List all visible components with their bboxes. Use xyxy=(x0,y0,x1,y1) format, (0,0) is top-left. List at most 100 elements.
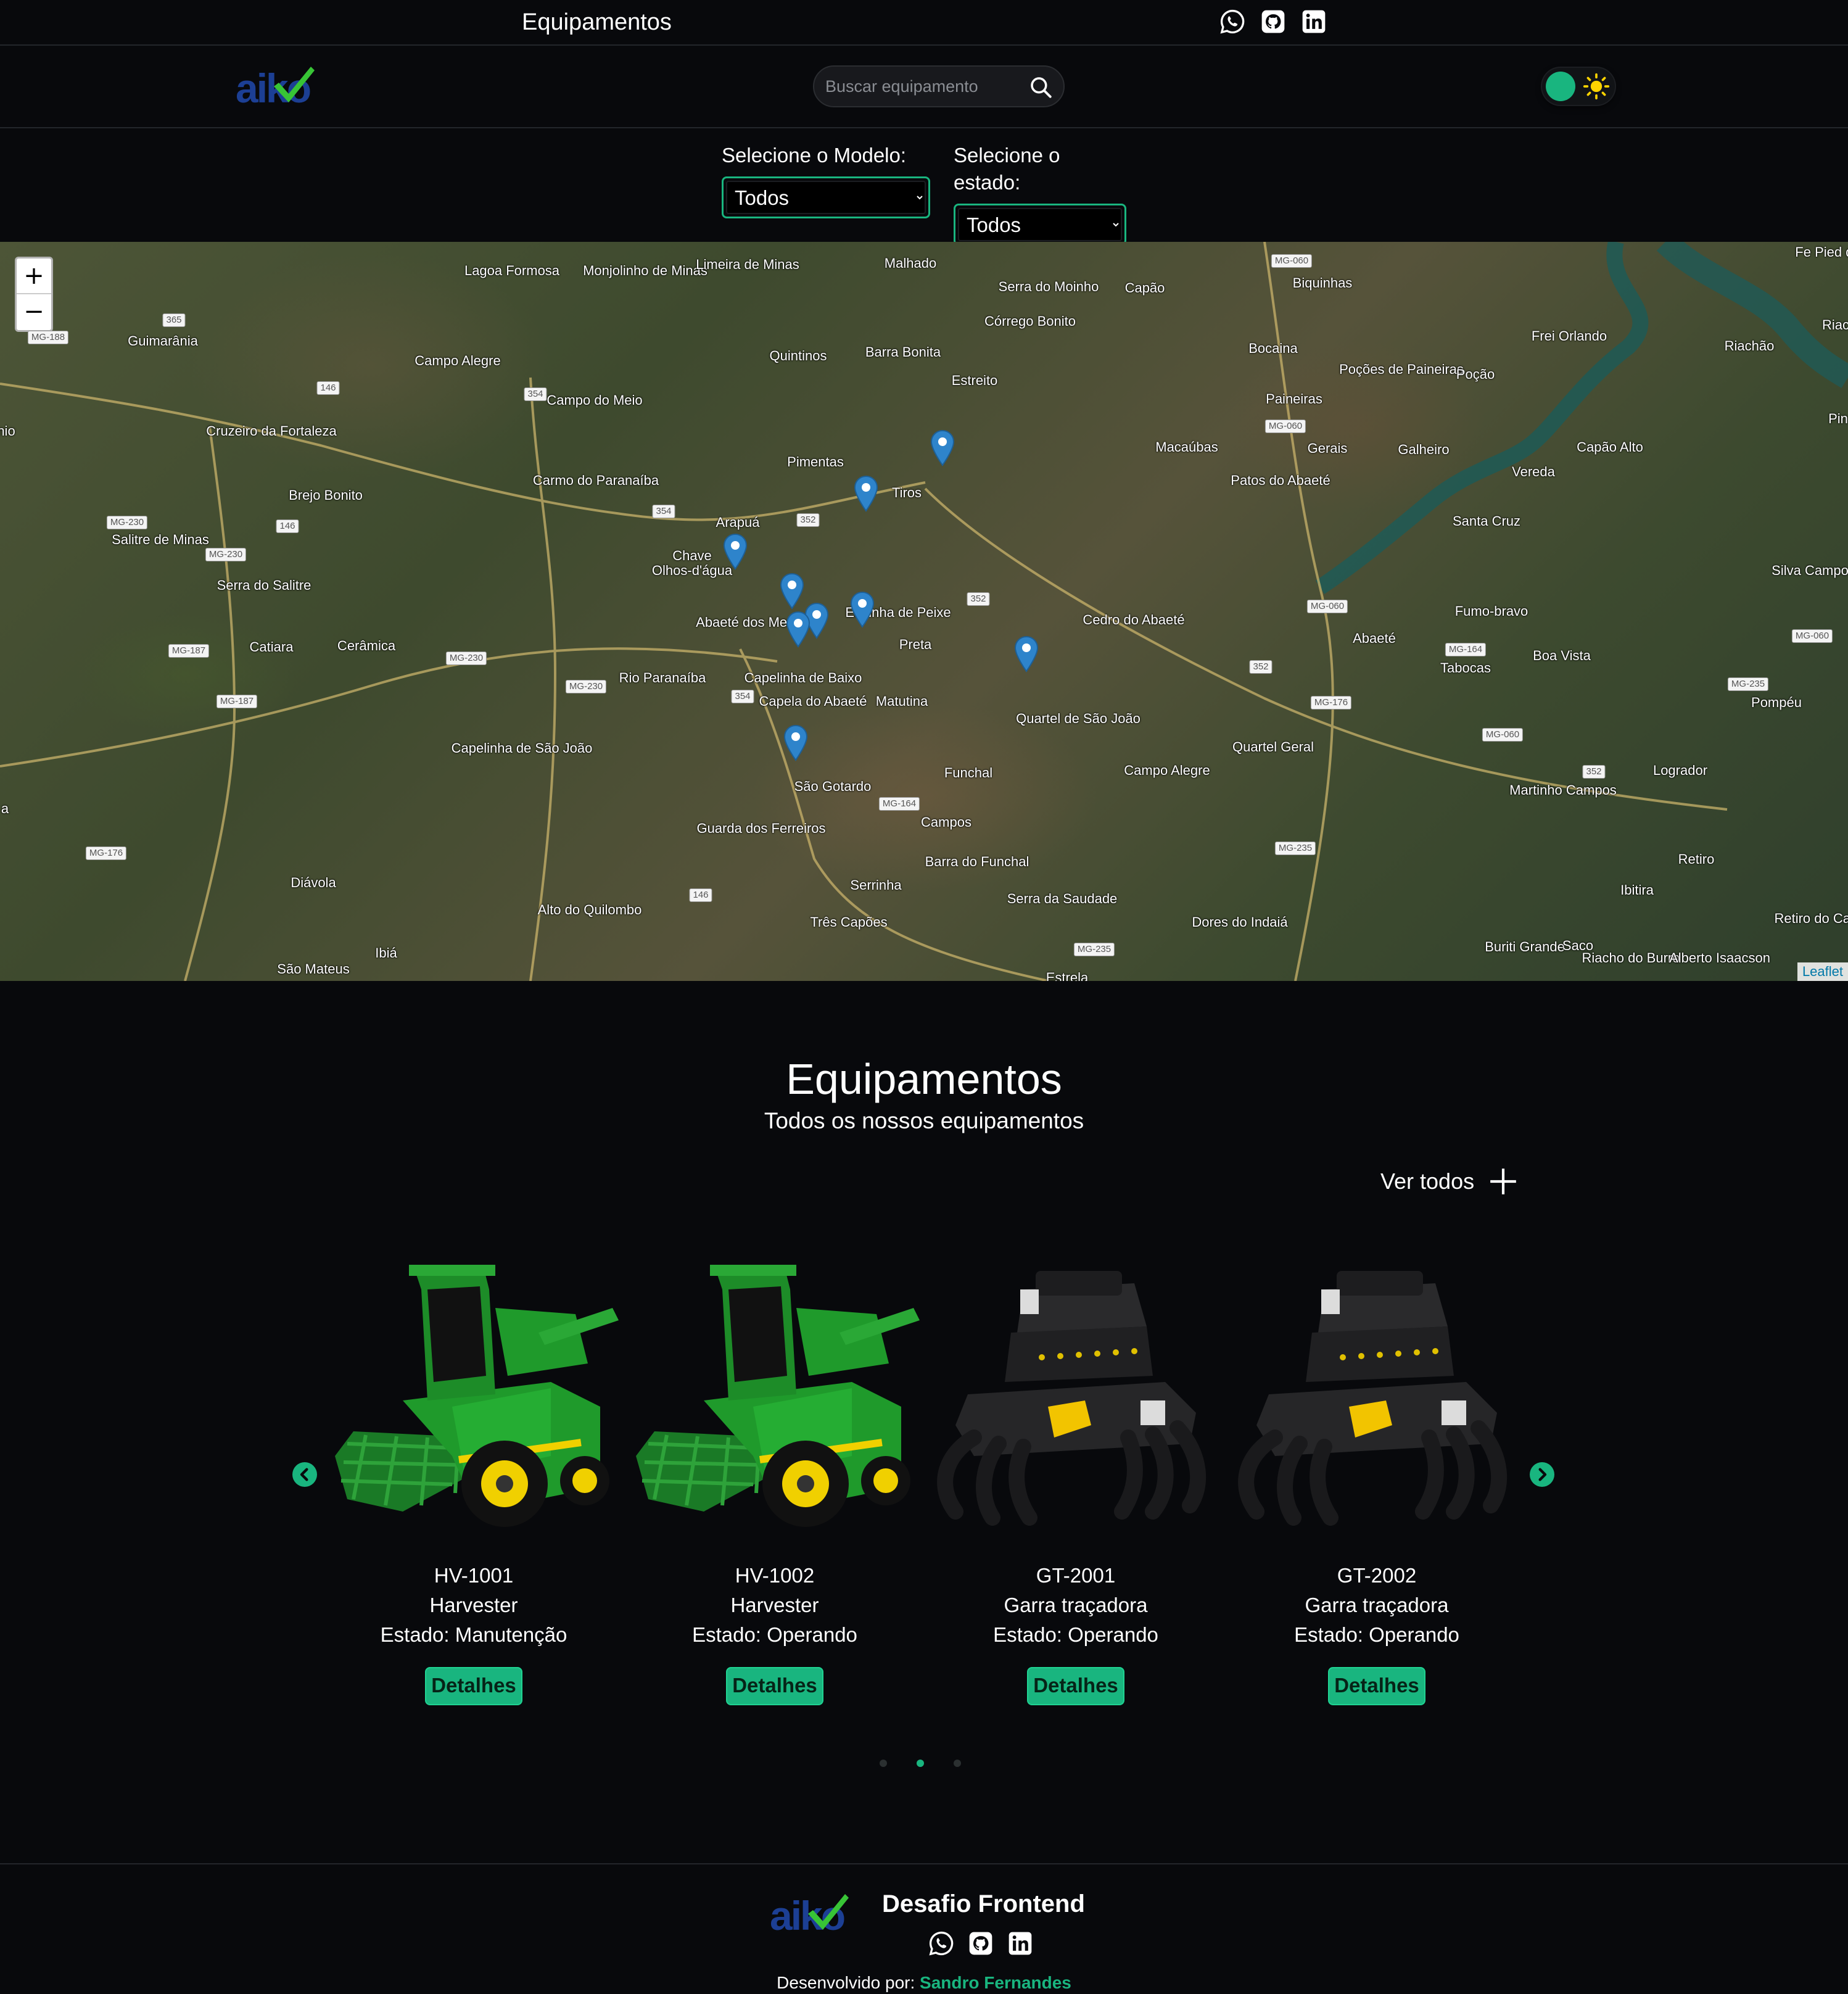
place-label: Cerâmica xyxy=(337,638,396,653)
place-label: Preta xyxy=(899,637,932,652)
place-label: Macaúbas xyxy=(1155,439,1218,455)
road-shield: MG-176 xyxy=(85,846,127,860)
carousel-prev-button[interactable] xyxy=(292,1462,317,1487)
chevron-left-icon xyxy=(300,1468,308,1481)
section-title: Equipamentos xyxy=(786,1055,1062,1103)
footer-credit: Desenvolvido por: Sandro Fernandes xyxy=(0,1972,1848,1994)
equipment-marker[interactable] xyxy=(850,591,875,629)
place-label: Limeira de Minas xyxy=(696,257,799,272)
whatsapp-icon[interactable] xyxy=(1219,8,1246,35)
place-label: Serrinha xyxy=(850,877,902,893)
road-shield: MG-060 xyxy=(1306,600,1348,613)
footer-social-links xyxy=(928,1930,1034,1957)
carousel-next-button[interactable] xyxy=(1530,1462,1554,1487)
details-button[interactable]: Detalhes xyxy=(1328,1667,1425,1705)
equipment-model: Harvester xyxy=(429,1594,518,1616)
place-label: Capelinha de São João xyxy=(451,740,593,756)
grapple-image xyxy=(1232,1252,1522,1530)
chevron-right-icon xyxy=(1538,1468,1547,1481)
place-label: Frei Orlando xyxy=(1531,328,1607,344)
place-label: Santa Cruz xyxy=(1452,513,1521,529)
place-label: Biquinhas xyxy=(1292,275,1353,291)
author-link[interactable]: Sandro Fernandes xyxy=(920,1973,1071,1992)
road-shield: 352 xyxy=(1249,660,1273,674)
state-select[interactable]: Todos xyxy=(958,208,1122,241)
footer-title: Desafio Frontend xyxy=(882,1890,1085,1917)
road-shield: MG-060 xyxy=(1264,420,1306,433)
equipment-marker[interactable] xyxy=(783,724,808,763)
aiko-logo[interactable] xyxy=(236,62,334,111)
road-shield: 146 xyxy=(689,888,712,902)
place-label: nio xyxy=(0,423,15,439)
pagination-dot[interactable] xyxy=(954,1760,961,1767)
zoom-out-button[interactable]: − xyxy=(17,294,51,330)
place-label: Estrela xyxy=(1046,970,1089,982)
place-label: Riacho do Burro xyxy=(1582,950,1680,966)
search-box xyxy=(813,65,1065,107)
equipment-marker[interactable] xyxy=(854,475,878,513)
pagination-dot[interactable] xyxy=(917,1760,924,1767)
theme-toggle[interactable] xyxy=(1542,68,1615,105)
equipment-marker[interactable] xyxy=(1014,635,1039,674)
place-label: Olhos-d'água xyxy=(651,563,733,578)
equipment-state: Estado: Manutenção xyxy=(380,1623,567,1646)
road-shield: MG-060 xyxy=(1271,254,1313,268)
road-shield: MG-060 xyxy=(1482,728,1524,742)
state-filter-label: Selecione o estado: xyxy=(954,144,1060,194)
place-label: Poção xyxy=(1456,366,1495,382)
place-label: Guimarânia xyxy=(128,333,198,349)
road-shield: 354 xyxy=(731,690,754,703)
linkedin-icon[interactable] xyxy=(1007,1930,1034,1957)
sun-icon xyxy=(1583,73,1610,100)
place-label: Barra do Funchal xyxy=(925,854,1029,869)
place-label: Estreito xyxy=(951,373,998,388)
github-icon[interactable] xyxy=(1260,8,1287,35)
place-label: Patos do Abaeté xyxy=(1231,473,1330,488)
model-select[interactable]: Todos xyxy=(726,181,926,214)
equipment-name: GT-2002 xyxy=(1337,1564,1417,1587)
whatsapp-icon[interactable] xyxy=(928,1930,955,1957)
see-all-label[interactable]: Ver todos xyxy=(1380,1169,1474,1194)
search-icon[interactable] xyxy=(1028,74,1054,100)
equipment-marker[interactable] xyxy=(780,573,804,611)
search-input[interactable] xyxy=(825,67,1017,106)
road-shield: MG-235 xyxy=(1073,943,1115,956)
equipment-state: Estado: Operando xyxy=(993,1623,1158,1646)
place-label: Lagoa Formosa xyxy=(464,263,560,278)
zoom-control: + − xyxy=(15,257,53,332)
github-icon[interactable] xyxy=(967,1930,994,1957)
road-shield: 352 xyxy=(967,592,990,606)
plus-icon[interactable] xyxy=(1488,1166,1519,1197)
place-label: Tabocas xyxy=(1440,660,1491,676)
road-shield: MG-230 xyxy=(205,548,247,561)
place-label: Boa Vista xyxy=(1533,648,1591,663)
place-label: Serra do Salitre xyxy=(217,577,311,593)
equipment-marker[interactable] xyxy=(723,533,748,571)
place-label: Campos xyxy=(921,814,971,830)
place-label: Quintinos xyxy=(769,348,827,363)
pagination-dot[interactable] xyxy=(880,1760,887,1767)
place-label: Alto do Quilombo xyxy=(537,902,642,917)
place-label: Capão Alto xyxy=(1577,439,1643,455)
equipment-marker[interactable] xyxy=(786,611,811,649)
details-button[interactable]: Detalhes xyxy=(726,1667,823,1705)
attribution-link[interactable]: Leaflet xyxy=(1802,964,1843,979)
details-button[interactable]: Detalhes xyxy=(1027,1667,1124,1705)
place-label: Gerais xyxy=(1307,441,1348,456)
zoom-in-button[interactable]: + xyxy=(17,259,51,294)
place-label: Quartel Geral xyxy=(1232,739,1314,755)
details-button[interactable]: Detalhes xyxy=(425,1667,522,1705)
equipment-name: HV-1002 xyxy=(735,1564,815,1587)
toggle-knob xyxy=(1546,72,1575,101)
place-label: a xyxy=(1,801,9,816)
equipment-map[interactable]: + − Lagoa Formosa Monjolinho de Minas Lime… xyxy=(0,242,1848,981)
place-label: Martinho Campos xyxy=(1509,782,1617,798)
see-all-link[interactable]: Ver todos xyxy=(1380,1166,1519,1197)
road-shield: MG-187 xyxy=(168,644,210,658)
road-shield: MG-060 xyxy=(1791,629,1833,643)
linkedin-icon[interactable] xyxy=(1300,8,1327,35)
model-select-frame: Todos xyxy=(722,176,930,218)
equipment-marker[interactable] xyxy=(930,429,955,468)
road-shield: MG-176 xyxy=(1310,696,1352,709)
map-attribution[interactable]: Leaflet xyxy=(1797,962,1848,981)
